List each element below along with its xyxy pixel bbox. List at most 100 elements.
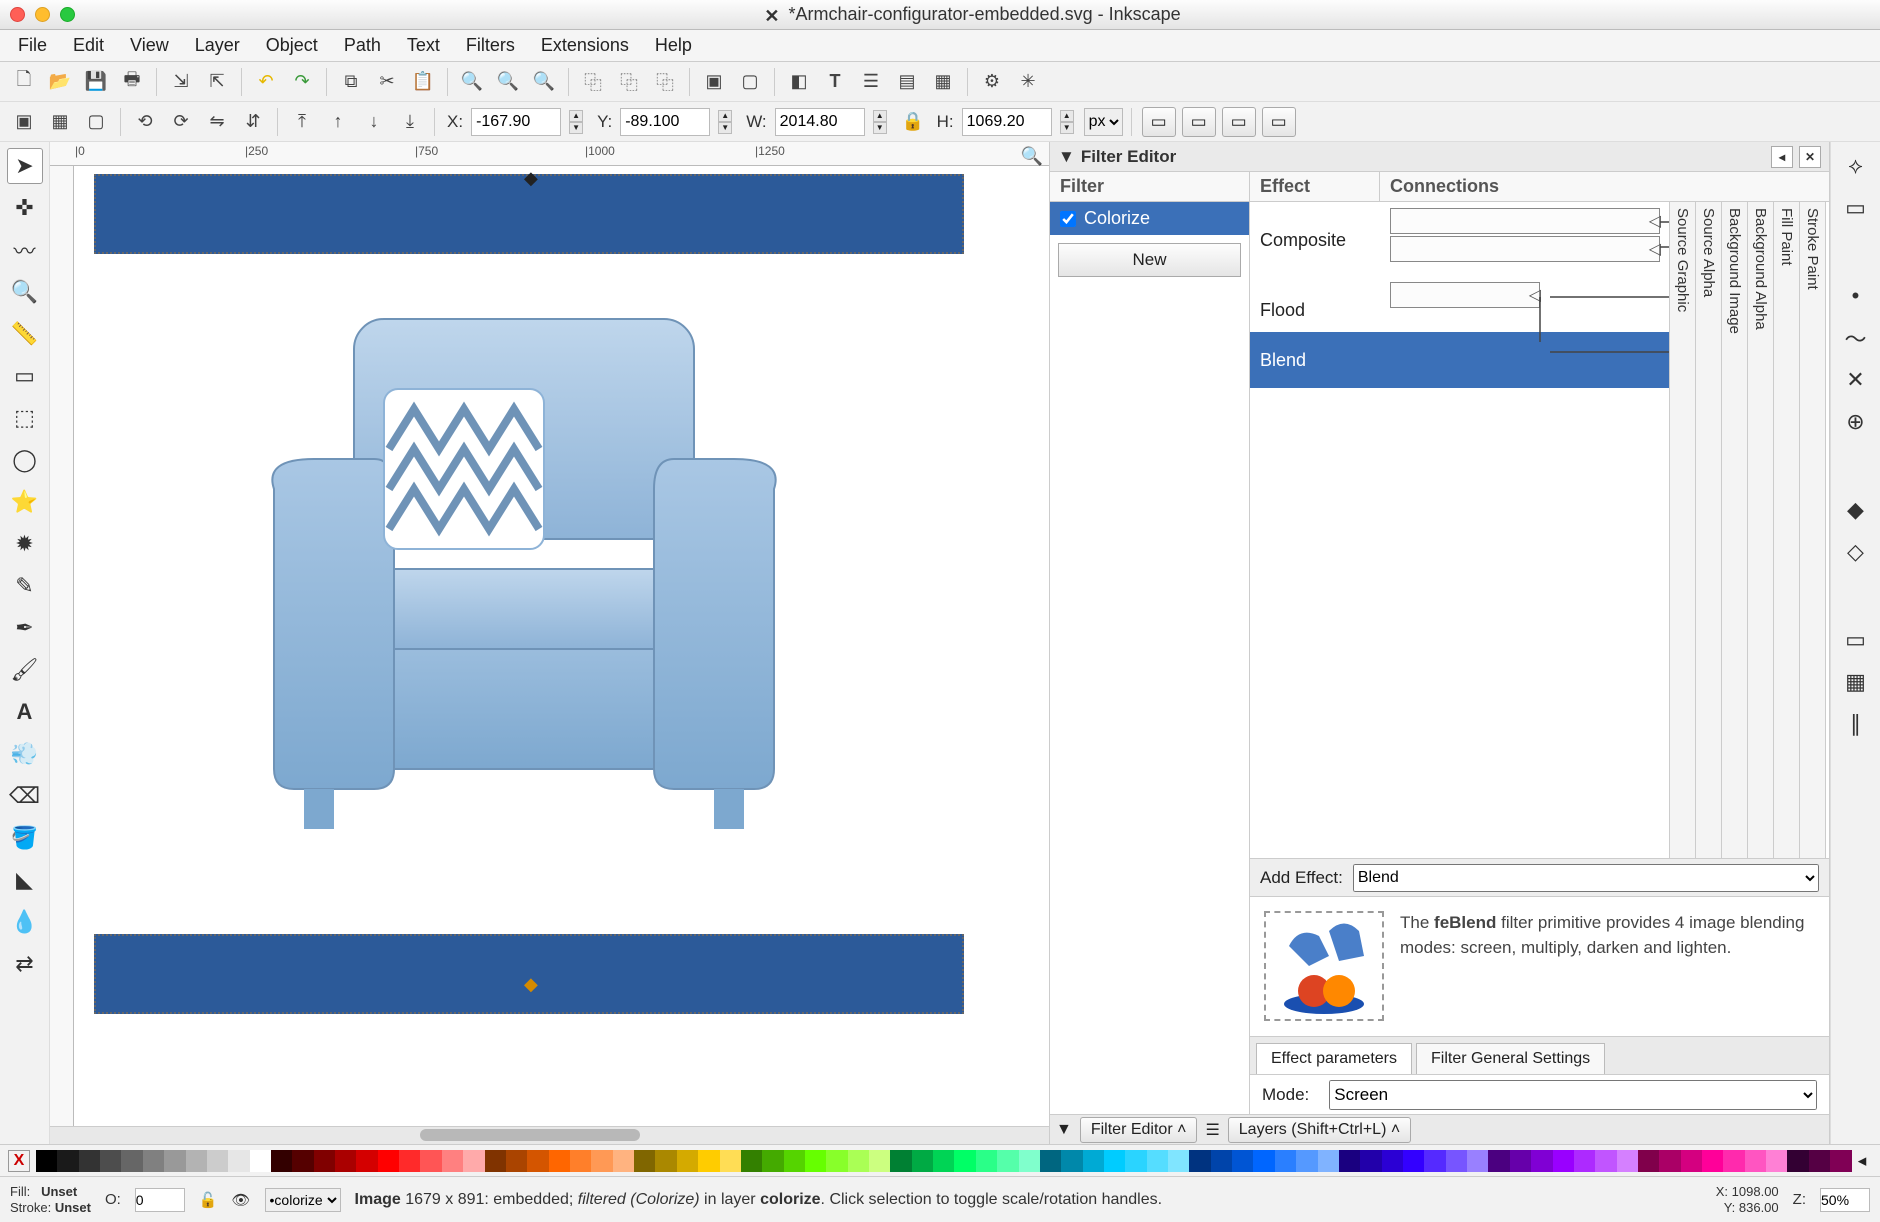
- layers-icon[interactable]: ☰: [855, 66, 887, 98]
- color-swatch[interactable]: [1125, 1150, 1146, 1172]
- affect-stroke-icon[interactable]: ▭: [1142, 107, 1176, 137]
- undo-icon[interactable]: ↶: [250, 66, 282, 98]
- y-up-icon[interactable]: ▲: [718, 110, 732, 122]
- color-swatch[interactable]: [1318, 1150, 1339, 1172]
- color-swatch[interactable]: [100, 1150, 121, 1172]
- snap-paths-icon[interactable]: 〜: [1838, 320, 1874, 356]
- zoom-corner-icon[interactable]: 🔍: [1021, 146, 1043, 167]
- color-swatch[interactable]: [1830, 1150, 1851, 1172]
- color-swatch[interactable]: [1702, 1150, 1723, 1172]
- selector-tool-icon[interactable]: ➤: [7, 148, 43, 184]
- open-file-icon[interactable]: 📂: [44, 66, 76, 98]
- zoom-fit-icon[interactable]: 🔍: [528, 66, 560, 98]
- layer-select[interactable]: •colorize: [265, 1188, 341, 1212]
- color-swatch[interactable]: [1019, 1150, 1040, 1172]
- color-swatch[interactable]: [1638, 1150, 1659, 1172]
- document-prefs-icon[interactable]: ✳: [1012, 66, 1044, 98]
- color-swatch[interactable]: [1745, 1150, 1766, 1172]
- panel-minimize-icon[interactable]: ◂: [1771, 146, 1793, 168]
- scrollbar-thumb[interactable]: [420, 1129, 640, 1141]
- color-swatch[interactable]: [292, 1150, 313, 1172]
- export-icon[interactable]: ⇱: [201, 66, 233, 98]
- color-swatch[interactable]: [1531, 1150, 1552, 1172]
- color-swatch[interactable]: [677, 1150, 698, 1172]
- affect-pattern-icon[interactable]: ▭: [1262, 107, 1296, 137]
- color-swatch[interactable]: [613, 1150, 634, 1172]
- scale-handle-icon[interactable]: ◆: [524, 168, 538, 189]
- mode-select[interactable]: Screen: [1329, 1080, 1817, 1110]
- snap-midpoint-icon[interactable]: ◆: [1838, 492, 1874, 528]
- color-swatch[interactable]: [1723, 1150, 1744, 1172]
- ellipse-tool-icon[interactable]: ◯: [7, 442, 43, 478]
- duplicate-icon[interactable]: ⿻: [577, 66, 609, 98]
- menu-object[interactable]: Object: [254, 31, 330, 60]
- color-swatch[interactable]: [1360, 1150, 1381, 1172]
- color-swatch[interactable]: [378, 1150, 399, 1172]
- color-swatch[interactable]: [1382, 1150, 1403, 1172]
- menu-layer[interactable]: Layer: [183, 31, 252, 60]
- zoom-out-icon[interactable]: 🔍: [492, 66, 524, 98]
- color-swatch[interactable]: [121, 1150, 142, 1172]
- color-swatch[interactable]: [634, 1150, 655, 1172]
- lower-bottom-icon[interactable]: ⤓: [394, 106, 426, 138]
- menu-view[interactable]: View: [118, 31, 181, 60]
- lock-aspect-icon[interactable]: 🔒: [897, 106, 929, 138]
- color-swatch[interactable]: [954, 1150, 975, 1172]
- minimize-window-button[interactable]: [35, 7, 50, 22]
- filter-row-colorize[interactable]: Colorize: [1050, 202, 1249, 235]
- redo-icon[interactable]: ↷: [286, 66, 318, 98]
- menu-text[interactable]: Text: [395, 31, 452, 60]
- color-swatch[interactable]: [442, 1150, 463, 1172]
- color-swatch[interactable]: [228, 1150, 249, 1172]
- color-swatch[interactable]: [506, 1150, 527, 1172]
- color-swatch[interactable]: [186, 1150, 207, 1172]
- pen-tool-icon[interactable]: ✒: [7, 610, 43, 646]
- fill-stroke-icon[interactable]: ◧: [783, 66, 815, 98]
- h-input[interactable]: [962, 108, 1052, 136]
- color-swatch[interactable]: [591, 1150, 612, 1172]
- node-tool-icon[interactable]: ✜: [7, 190, 43, 226]
- color-swatch[interactable]: [527, 1150, 548, 1172]
- color-swatch[interactable]: [1467, 1150, 1488, 1172]
- h-up-icon[interactable]: ▲: [1060, 110, 1074, 122]
- color-swatch[interactable]: [762, 1150, 783, 1172]
- ruler-horizontal[interactable]: |0 |250 |750 |1000 |1250 🔍: [50, 142, 1049, 166]
- rotate-cw-icon[interactable]: ⟳: [165, 106, 197, 138]
- eraser-tool-icon[interactable]: ⌫: [7, 778, 43, 814]
- color-swatch[interactable]: [1659, 1150, 1680, 1172]
- color-swatch[interactable]: [784, 1150, 805, 1172]
- pencil-tool-icon[interactable]: ✎: [7, 568, 43, 604]
- calligraphy-tool-icon[interactable]: 🖌: [7, 652, 43, 688]
- snap-grid-icon[interactable]: ▦: [1838, 664, 1874, 700]
- menu-file[interactable]: File: [6, 31, 59, 60]
- canvas-scrollbar-h[interactable]: [50, 1126, 1049, 1144]
- opacity-input[interactable]: [135, 1188, 185, 1212]
- lower-icon[interactable]: ↓: [358, 106, 390, 138]
- snap-bbox-icon[interactable]: ▭: [1838, 190, 1874, 226]
- group-icon[interactable]: ▣: [698, 66, 730, 98]
- w-down-icon[interactable]: ▼: [873, 122, 887, 134]
- color-swatch[interactable]: [1595, 1150, 1616, 1172]
- color-swatch[interactable]: [741, 1150, 762, 1172]
- snap-guide-icon[interactable]: ∥: [1838, 706, 1874, 742]
- color-swatch[interactable]: [36, 1150, 57, 1172]
- menu-help[interactable]: Help: [643, 31, 704, 60]
- color-swatch[interactable]: [997, 1150, 1018, 1172]
- copy-icon[interactable]: ⧉: [335, 66, 367, 98]
- deselect-icon[interactable]: ▢: [80, 106, 112, 138]
- effect-row-composite[interactable]: Composite: [1250, 212, 1390, 268]
- palette-menu-icon[interactable]: ◂: [1852, 1151, 1872, 1171]
- color-swatch[interactable]: [720, 1150, 741, 1172]
- effect-slot[interactable]: [1390, 236, 1660, 262]
- x-up-icon[interactable]: ▲: [569, 110, 583, 122]
- color-swatch[interactable]: [1232, 1150, 1253, 1172]
- menu-filters[interactable]: Filters: [454, 31, 527, 60]
- menu-extensions[interactable]: Extensions: [529, 31, 641, 60]
- zoom-tool-icon[interactable]: 🔍: [7, 274, 43, 310]
- color-swatch[interactable]: [1061, 1150, 1082, 1172]
- preferences-icon[interactable]: ⚙: [976, 66, 1008, 98]
- color-swatch[interactable]: [1488, 1150, 1509, 1172]
- panel-close-icon[interactable]: ✕: [1799, 146, 1821, 168]
- paste-icon[interactable]: 📋: [407, 66, 439, 98]
- color-swatch[interactable]: [1681, 1150, 1702, 1172]
